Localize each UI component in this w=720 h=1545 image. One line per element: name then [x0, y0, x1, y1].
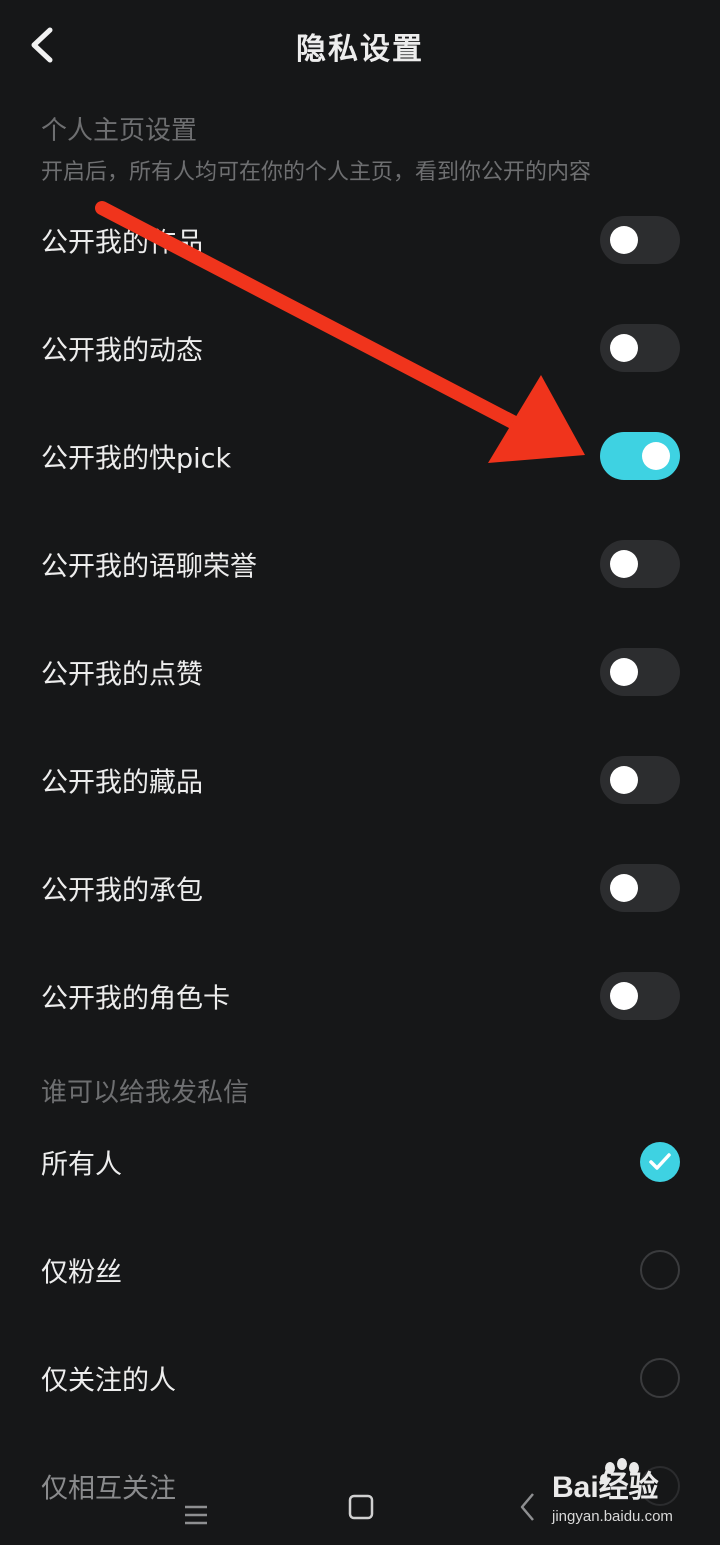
- section-title-profile: 个人主页设置: [41, 116, 198, 146]
- section-description-profile: 开启后，所有人均可在你的个人主页，看到你公开的内容: [41, 160, 592, 185]
- setting-label: 公开我的语聊荣誉: [41, 551, 257, 583]
- toggle-public-role-card[interactable]: [600, 972, 680, 1020]
- setting-label: 公开我的快pick: [41, 443, 232, 475]
- nav-menu-button[interactable]: [168, 1470, 224, 1526]
- toggle-knob: [610, 658, 638, 686]
- setting-label: 公开我的点赞: [41, 659, 203, 691]
- section-title-messages: 谁可以给我发私信: [41, 1078, 250, 1108]
- setting-row-contract: 公开我的承包: [0, 838, 720, 938]
- option-label: 仅粉丝: [41, 1257, 122, 1289]
- toggle-public-works[interactable]: [600, 216, 680, 264]
- nav-back-button[interactable]: [500, 1470, 556, 1526]
- option-row-following-only[interactable]: 仅关注的人: [0, 1328, 720, 1428]
- toggle-knob: [642, 442, 670, 470]
- toggle-knob: [610, 550, 638, 578]
- top-bar: 隐私设置: [0, 0, 720, 92]
- toggle-public-quickpick[interactable]: [600, 432, 680, 480]
- setting-row-works: 公开我的作品: [0, 190, 720, 290]
- home-square-icon: [348, 1494, 374, 1520]
- toggle-knob: [610, 874, 638, 902]
- setting-row-collection: 公开我的藏品: [0, 730, 720, 830]
- toggle-knob: [610, 982, 638, 1010]
- menu-icon: [185, 1505, 207, 1525]
- back-triangle-icon: [520, 1493, 534, 1521]
- toggle-public-contract[interactable]: [600, 864, 680, 912]
- setting-label: 公开我的藏品: [41, 767, 203, 799]
- toggle-public-collection[interactable]: [600, 756, 680, 804]
- system-nav-bar: [0, 1450, 720, 1545]
- option-row-everyone[interactable]: 所有人: [0, 1112, 720, 1212]
- radio-everyone[interactable]: [640, 1142, 680, 1182]
- setting-label: 公开我的角色卡: [41, 983, 230, 1015]
- setting-row-likes: 公开我的点赞: [0, 622, 720, 722]
- checkmark-icon: [649, 1153, 671, 1170]
- setting-label: 公开我的作品: [41, 227, 203, 259]
- radio-fans-only[interactable]: [640, 1250, 680, 1290]
- setting-row-moments: 公开我的动态: [0, 298, 720, 398]
- toggle-public-moments[interactable]: [600, 324, 680, 372]
- page-title: 隐私设置: [296, 32, 424, 67]
- setting-row-voice-honor: 公开我的语聊荣誉: [0, 514, 720, 614]
- radio-following-only[interactable]: [640, 1358, 680, 1398]
- setting-label: 公开我的动态: [41, 335, 203, 367]
- toggle-knob: [610, 766, 638, 794]
- setting-label: 公开我的承包: [41, 875, 203, 907]
- nav-home-button[interactable]: [333, 1470, 389, 1526]
- setting-row-role-card: 公开我的角色卡: [0, 946, 720, 1046]
- option-label: 所有人: [41, 1149, 122, 1181]
- setting-row-quickpick: 公开我的快pick: [0, 406, 720, 506]
- toggle-knob: [610, 226, 638, 254]
- option-label: 仅关注的人: [41, 1365, 176, 1397]
- toggle-knob: [610, 334, 638, 362]
- toggle-public-likes[interactable]: [600, 648, 680, 696]
- toggle-public-voice-honor[interactable]: [600, 540, 680, 588]
- option-row-fans-only[interactable]: 仅粉丝: [0, 1220, 720, 1320]
